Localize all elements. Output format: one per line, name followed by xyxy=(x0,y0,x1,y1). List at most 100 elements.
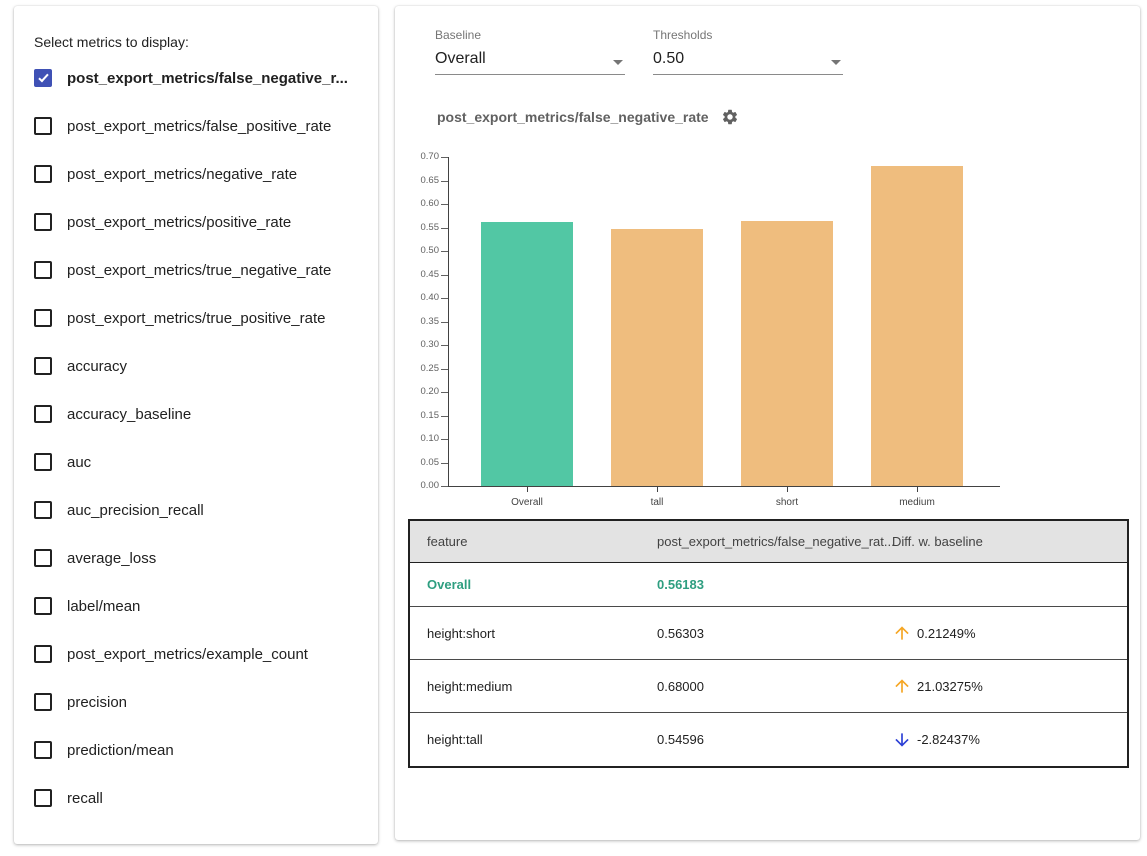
y-tick-mark xyxy=(441,439,448,440)
bar-medium[interactable] xyxy=(871,166,963,486)
chart-title-row: post_export_metrics/false_negative_rate xyxy=(437,108,739,126)
unchecked-checkbox-icon[interactable] xyxy=(34,261,52,279)
feature-cell: height:medium xyxy=(410,679,640,694)
diff-value: 0.21249% xyxy=(917,626,976,641)
bar-short[interactable] xyxy=(741,221,833,486)
table-header: feature post_export_metrics/false_negati… xyxy=(410,521,1127,563)
metric-item[interactable]: post_export_metrics/example_count xyxy=(34,630,358,678)
x-tick-mark xyxy=(787,487,788,492)
arrow-up-icon xyxy=(892,623,912,643)
table-row[interactable]: height:tall0.54596-2.82437% xyxy=(410,713,1127,766)
unchecked-checkbox-icon[interactable] xyxy=(34,597,52,615)
y-tick-label: 0.35 xyxy=(395,316,439,327)
feature-cell: height:tall xyxy=(410,732,640,747)
metric-label: auc xyxy=(67,454,91,471)
metric-label: accuracy xyxy=(67,358,127,375)
metric-label: post_export_metrics/true_negative_rate xyxy=(67,262,331,279)
unchecked-checkbox-icon[interactable] xyxy=(34,165,52,183)
unchecked-checkbox-icon[interactable] xyxy=(34,741,52,759)
metric-item[interactable]: accuracy xyxy=(34,342,358,390)
metrics-list: post_export_metrics/false_negative_r...p… xyxy=(34,54,358,822)
unchecked-checkbox-icon[interactable] xyxy=(34,693,52,711)
unchecked-checkbox-icon[interactable] xyxy=(34,357,52,375)
metric-item[interactable]: post_export_metrics/true_positive_rate xyxy=(34,294,358,342)
metric-item[interactable]: post_export_metrics/negative_rate xyxy=(34,150,358,198)
metric-value-cell: 0.56183 xyxy=(640,577,875,592)
metric-item[interactable]: post_export_metrics/false_positive_rate xyxy=(34,102,358,150)
metric-selector-title: Select metrics to display: xyxy=(34,34,358,50)
table-row[interactable]: Overall0.56183 xyxy=(410,563,1127,607)
metric-item[interactable]: prediction/mean xyxy=(34,726,358,774)
thresholds-select[interactable]: Thresholds 0.50 xyxy=(653,28,843,75)
baseline-select-label: Baseline xyxy=(435,28,625,42)
metric-item[interactable]: post_export_metrics/true_negative_rate xyxy=(34,246,358,294)
metric-item[interactable]: post_export_metrics/false_negative_r... xyxy=(34,54,358,102)
y-tick-mark xyxy=(441,251,448,252)
diff-cell: -2.82437% xyxy=(875,730,1127,750)
metric-item[interactable]: auc xyxy=(34,438,358,486)
x-tick-mark xyxy=(657,487,658,492)
metric-item[interactable]: precision xyxy=(34,678,358,726)
metric-item[interactable]: average_loss xyxy=(34,534,358,582)
unchecked-checkbox-icon[interactable] xyxy=(34,309,52,327)
y-tick-mark xyxy=(441,416,448,417)
bar-tall[interactable] xyxy=(611,229,703,486)
metric-label: auc_precision_recall xyxy=(67,502,204,519)
chevron-down-icon xyxy=(613,60,623,65)
metric-item[interactable]: post_export_metrics/positive_rate xyxy=(34,198,358,246)
unchecked-checkbox-icon[interactable] xyxy=(34,549,52,567)
unchecked-checkbox-icon[interactable] xyxy=(34,789,52,807)
unchecked-checkbox-icon[interactable] xyxy=(34,501,52,519)
y-tick-mark xyxy=(441,463,448,464)
x-tick-label: short xyxy=(741,497,833,508)
metric-label: precision xyxy=(67,694,127,711)
diff-cell: 0.21249% xyxy=(875,623,1127,643)
gear-icon[interactable] xyxy=(721,108,739,126)
results-panel: Baseline Overall Thresholds 0.50 post_ex… xyxy=(395,6,1140,840)
column-header-metric: post_export_metrics/false_negative_rat..… xyxy=(640,534,875,549)
arrow-up-icon xyxy=(892,676,912,696)
metric-label: recall xyxy=(67,790,103,807)
y-tick-label: 0.40 xyxy=(395,292,439,303)
table-row[interactable]: height:medium0.6800021.03275% xyxy=(410,660,1127,713)
metric-item[interactable]: accuracy_baseline xyxy=(34,390,358,438)
baseline-select-underline xyxy=(435,74,625,75)
feature-cell: Overall xyxy=(410,577,640,592)
metric-value-cell: 0.56303 xyxy=(640,626,875,641)
unchecked-checkbox-icon[interactable] xyxy=(34,645,52,663)
checked-checkbox-icon[interactable] xyxy=(34,69,52,87)
y-tick-mark xyxy=(441,322,448,323)
x-tick-mark xyxy=(527,487,528,492)
unchecked-checkbox-icon[interactable] xyxy=(34,405,52,423)
metric-item[interactable]: label/mean xyxy=(34,582,358,630)
metric-label: post_export_metrics/negative_rate xyxy=(67,166,297,183)
metric-item[interactable]: auc_precision_recall xyxy=(34,486,358,534)
metric-item[interactable]: recall xyxy=(34,774,358,822)
metric-value-cell: 0.54596 xyxy=(640,732,875,747)
metric-value-cell: 0.68000 xyxy=(640,679,875,694)
metric-label: accuracy_baseline xyxy=(67,406,191,423)
y-tick-mark xyxy=(441,228,448,229)
y-tick-label: 0.65 xyxy=(395,175,439,186)
unchecked-checkbox-icon[interactable] xyxy=(34,453,52,471)
y-tick-label: 0.50 xyxy=(395,245,439,256)
bar-Overall[interactable] xyxy=(481,222,573,486)
metrics-table: feature post_export_metrics/false_negati… xyxy=(408,519,1129,768)
y-tick-label: 0.10 xyxy=(395,433,439,444)
baseline-select[interactable]: Baseline Overall xyxy=(435,28,625,75)
y-tick-label: 0.00 xyxy=(395,480,439,491)
metric-label: post_export_metrics/false_positive_rate xyxy=(67,118,331,135)
x-tick-label: medium xyxy=(871,497,963,508)
thresholds-select-underline xyxy=(653,74,843,75)
y-tick-mark xyxy=(441,486,448,487)
x-tick-label: tall xyxy=(611,497,703,508)
unchecked-checkbox-icon[interactable] xyxy=(34,213,52,231)
y-tick-label: 0.55 xyxy=(395,222,439,233)
unchecked-checkbox-icon[interactable] xyxy=(34,117,52,135)
metric-label: prediction/mean xyxy=(67,742,174,759)
y-tick-label: 0.15 xyxy=(395,410,439,421)
table-row[interactable]: height:short0.563030.21249% xyxy=(410,607,1127,660)
y-tick-mark xyxy=(441,392,448,393)
y-tick-label: 0.60 xyxy=(395,198,439,209)
y-tick-label: 0.05 xyxy=(395,457,439,468)
